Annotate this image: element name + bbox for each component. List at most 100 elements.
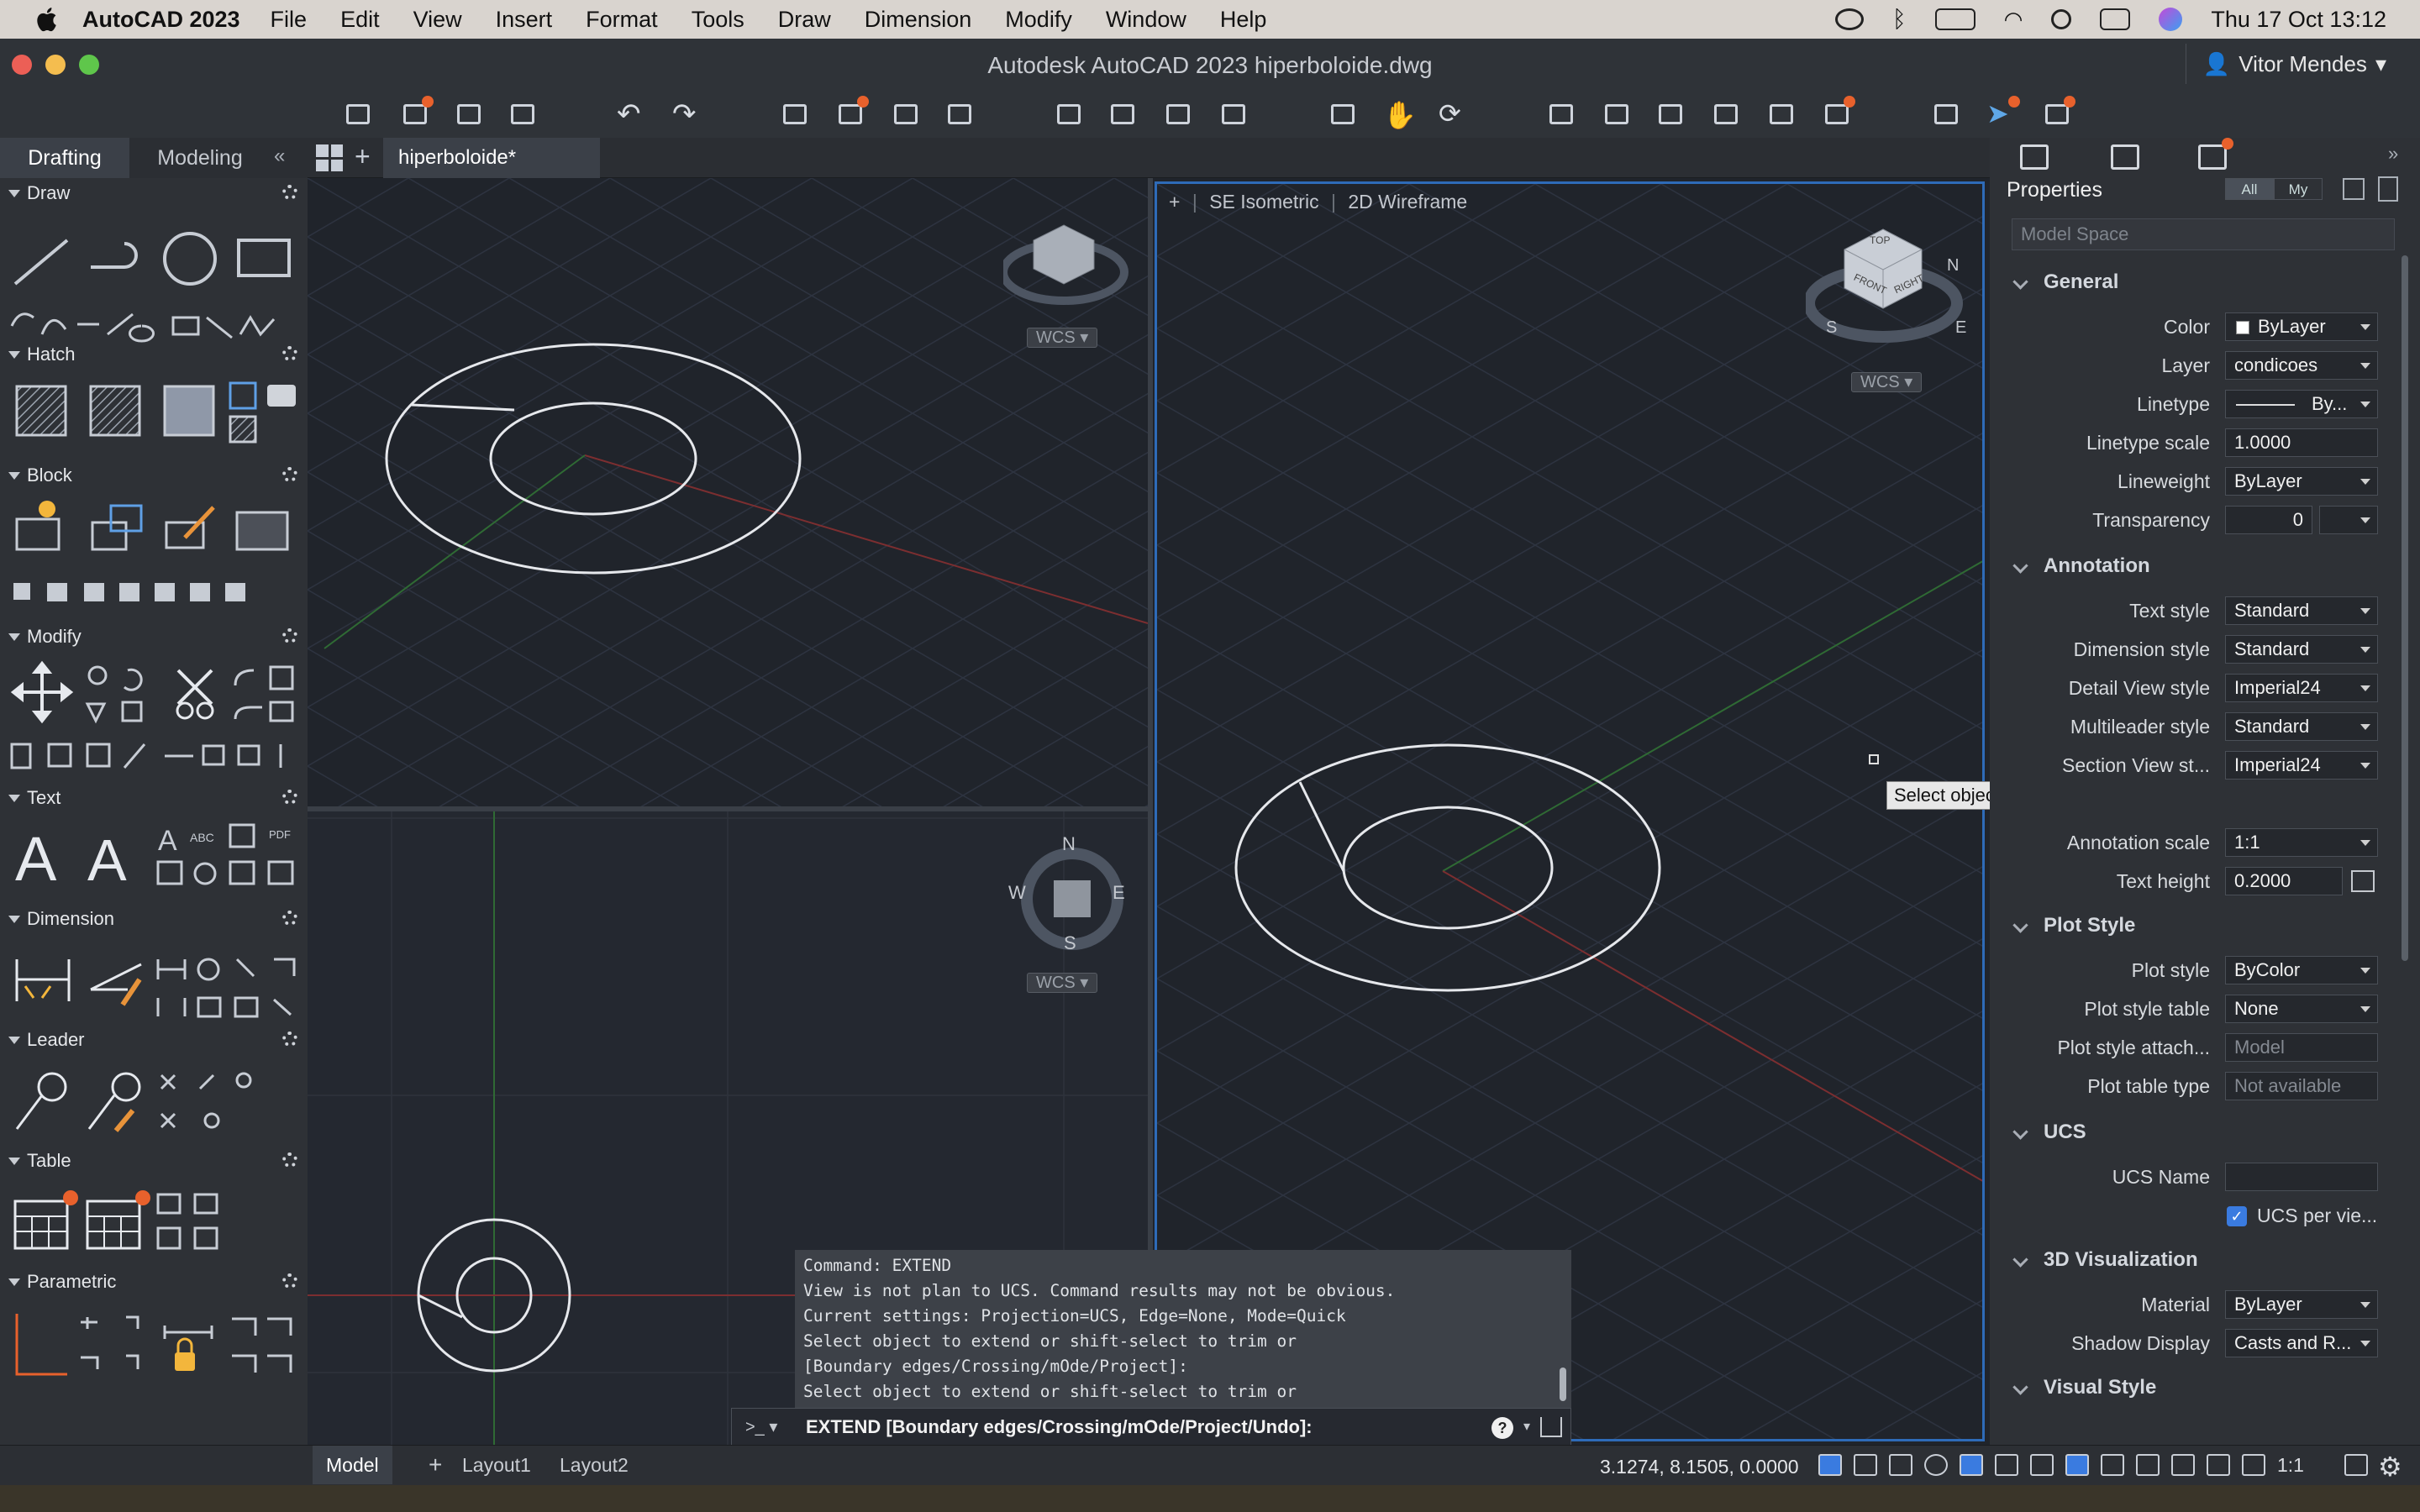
transparency-mode-dropdown[interactable] — [2319, 506, 2378, 534]
annotation-scale-dropdown[interactable]: 1:1 — [2225, 828, 2378, 857]
gear-icon[interactable] — [282, 1152, 297, 1168]
menu-help[interactable]: Help — [1220, 7, 1267, 33]
annotation-scale-status[interactable]: 1:1 — [2277, 1454, 2304, 1477]
undo-button[interactable]: ↶ — [613, 96, 650, 133]
menu-edit[interactable]: Edit — [340, 7, 380, 33]
export-pdf-button[interactable] — [941, 96, 978, 133]
viewcube-top-face[interactable]: TOP — [1870, 234, 1890, 246]
menu-format[interactable]: Format — [586, 7, 658, 33]
cursor-coordinates[interactable]: 3.1274, 8.1505, 0.0000 — [1600, 1456, 1799, 1478]
send-feedback-button[interactable]: ➤ — [1983, 96, 2020, 133]
batch-plot-button[interactable] — [832, 96, 869, 133]
linetype-scale-input[interactable]: 1.0000 — [2225, 428, 2378, 457]
workspace-button[interactable] — [1928, 96, 1965, 133]
visual-style[interactable]: 2D Wireframe — [1348, 191, 1467, 213]
settings-gear-icon[interactable]: ⚙ — [2378, 1451, 2402, 1483]
section-header[interactable]: Block — [0, 460, 308, 491]
plot-style-dropdown[interactable]: ByColor — [2225, 956, 2378, 984]
properties-tool-button[interactable] — [1543, 96, 1580, 133]
draw-tools-icons[interactable] — [0, 208, 308, 351]
chevron-down-icon[interactable]: ▾ — [1523, 1409, 1530, 1446]
siri-icon[interactable] — [2159, 8, 2183, 31]
plot-button[interactable] — [776, 96, 813, 133]
text-height-input[interactable]: 0.2000 — [2225, 867, 2343, 895]
new-tab-plus-icon[interactable]: + — [355, 141, 371, 172]
workspace-switch-icon[interactable] — [2344, 1454, 2368, 1476]
transparency-input[interactable]: 0 — [2225, 506, 2312, 534]
tab-drafting[interactable]: Drafting — [0, 138, 129, 178]
wcs-dropdown-tl[interactable]: WCS ▾ — [1027, 328, 1098, 348]
share-icon[interactable] — [1540, 1417, 1562, 1437]
section-header[interactable]: Draw — [0, 178, 308, 208]
section-header[interactable]: Text — [0, 783, 308, 813]
transparency-toggle-icon[interactable] — [2030, 1454, 2054, 1476]
block-tab-icon[interactable] — [2111, 144, 2139, 170]
lineweight-toggle-icon[interactable] — [1995, 1454, 2018, 1476]
tab-layout2[interactable]: Layout2 — [546, 1446, 642, 1484]
battery-icon[interactable] — [1934, 8, 1975, 30]
lineweight-dropdown[interactable]: ByLayer — [2225, 467, 2378, 496]
menu-insert[interactable]: Insert — [496, 7, 553, 33]
text-tools-icons[interactable]: A A A ABC PDF — [0, 813, 308, 906]
publish-button[interactable] — [887, 96, 924, 133]
viewport-splitter-horizontal[interactable] — [308, 806, 1151, 811]
block-tools-icons[interactable] — [0, 491, 308, 617]
section-view-style-dropdown[interactable]: Imperial24 — [2225, 751, 2378, 780]
layer-dropdown[interactable]: condicoes — [2225, 351, 2378, 380]
menu-dimension[interactable]: Dimension — [865, 7, 972, 33]
object-snap-icon[interactable] — [2065, 1454, 2089, 1476]
tool-palettes-button[interactable] — [1818, 96, 1855, 133]
gear-icon[interactable] — [282, 467, 297, 482]
orbit-tool-button[interactable]: ⟳ — [1434, 96, 1470, 133]
category-annotation[interactable]: Annotation — [1990, 549, 2403, 583]
command-input[interactable]: EXTEND [Boundary edges/Crossing/mOde/Pro… — [806, 1409, 1313, 1446]
layer-states-button[interactable] — [1707, 96, 1744, 133]
control-center-icon[interactable] — [2100, 8, 2131, 30]
viewport-controls[interactable]: + | SE Isometric | 2D Wireframe — [1169, 191, 1467, 213]
filter-all-button[interactable]: All — [2225, 178, 2274, 200]
gear-icon[interactable] — [282, 185, 297, 200]
leader-tools-icons[interactable] — [0, 1055, 308, 1146]
wcs-dropdown-bl[interactable]: WCS ▾ — [1027, 973, 1098, 993]
wcs-dropdown-right[interactable]: WCS ▾ — [1851, 372, 1923, 392]
share-button[interactable] — [1215, 96, 1252, 133]
user-account[interactable]: 👤 Vitor Mendes ▾ — [2185, 44, 2403, 84]
command-prompt-icon[interactable]: >_ ▾ — [745, 1409, 777, 1446]
isodraft-icon[interactable] — [1960, 1454, 1983, 1476]
annotation-visibility-icon[interactable] — [2207, 1454, 2230, 1476]
color-dropdown[interactable]: ByLayer — [2225, 312, 2378, 341]
redo-button[interactable]: ↷ — [669, 96, 706, 133]
start-tab-grid-icon[interactable] — [316, 144, 343, 171]
gear-icon[interactable] — [282, 628, 297, 643]
match-properties-button[interactable] — [1598, 96, 1635, 133]
table-tools-icons[interactable] — [0, 1176, 308, 1267]
autoscale-icon[interactable] — [2242, 1454, 2265, 1476]
section-header[interactable]: Table — [0, 1146, 308, 1176]
snap-tracking-icon[interactable] — [2101, 1454, 2124, 1476]
gear-icon[interactable] — [282, 346, 297, 361]
collapse-palette-icon[interactable]: « — [274, 144, 285, 168]
tab-modeling[interactable]: Modeling — [134, 138, 266, 178]
command-line[interactable]: >_ ▾ EXTEND [Boundary edges/Crossing/mOd… — [731, 1408, 1571, 1446]
category-general[interactable]: General — [1990, 265, 2403, 299]
polar-icon[interactable] — [1924, 1454, 1948, 1476]
ortho-icon[interactable] — [1889, 1454, 1912, 1476]
menu-window[interactable]: Window — [1106, 7, 1186, 33]
save-as-button[interactable] — [504, 96, 541, 133]
category-ucs[interactable]: UCS — [1990, 1116, 2403, 1149]
selection-cycling-icon[interactable] — [2171, 1454, 2195, 1476]
dynamic-ucs-icon[interactable] — [2136, 1454, 2160, 1476]
save-button[interactable] — [450, 96, 487, 133]
text-style-dropdown[interactable]: Standard — [2225, 596, 2378, 625]
design-center-button[interactable] — [1763, 96, 1800, 133]
hatch-tools-icons[interactable] — [0, 370, 308, 450]
share-view-button[interactable] — [2039, 96, 2075, 133]
tab-layout1[interactable]: Layout1 — [449, 1446, 544, 1484]
menu-file[interactable]: File — [271, 7, 308, 33]
multileader-style-dropdown[interactable]: Standard — [2225, 712, 2378, 741]
material-dropdown[interactable]: ByLayer — [2225, 1290, 2378, 1319]
creative-cloud-icon[interactable] — [1834, 8, 1864, 30]
text-height-pick-icon[interactable] — [2351, 870, 2375, 892]
command-history-scrollbar[interactable] — [1560, 1368, 1566, 1401]
app-menu-title[interactable]: AutoCAD 2023 — [82, 7, 240, 33]
